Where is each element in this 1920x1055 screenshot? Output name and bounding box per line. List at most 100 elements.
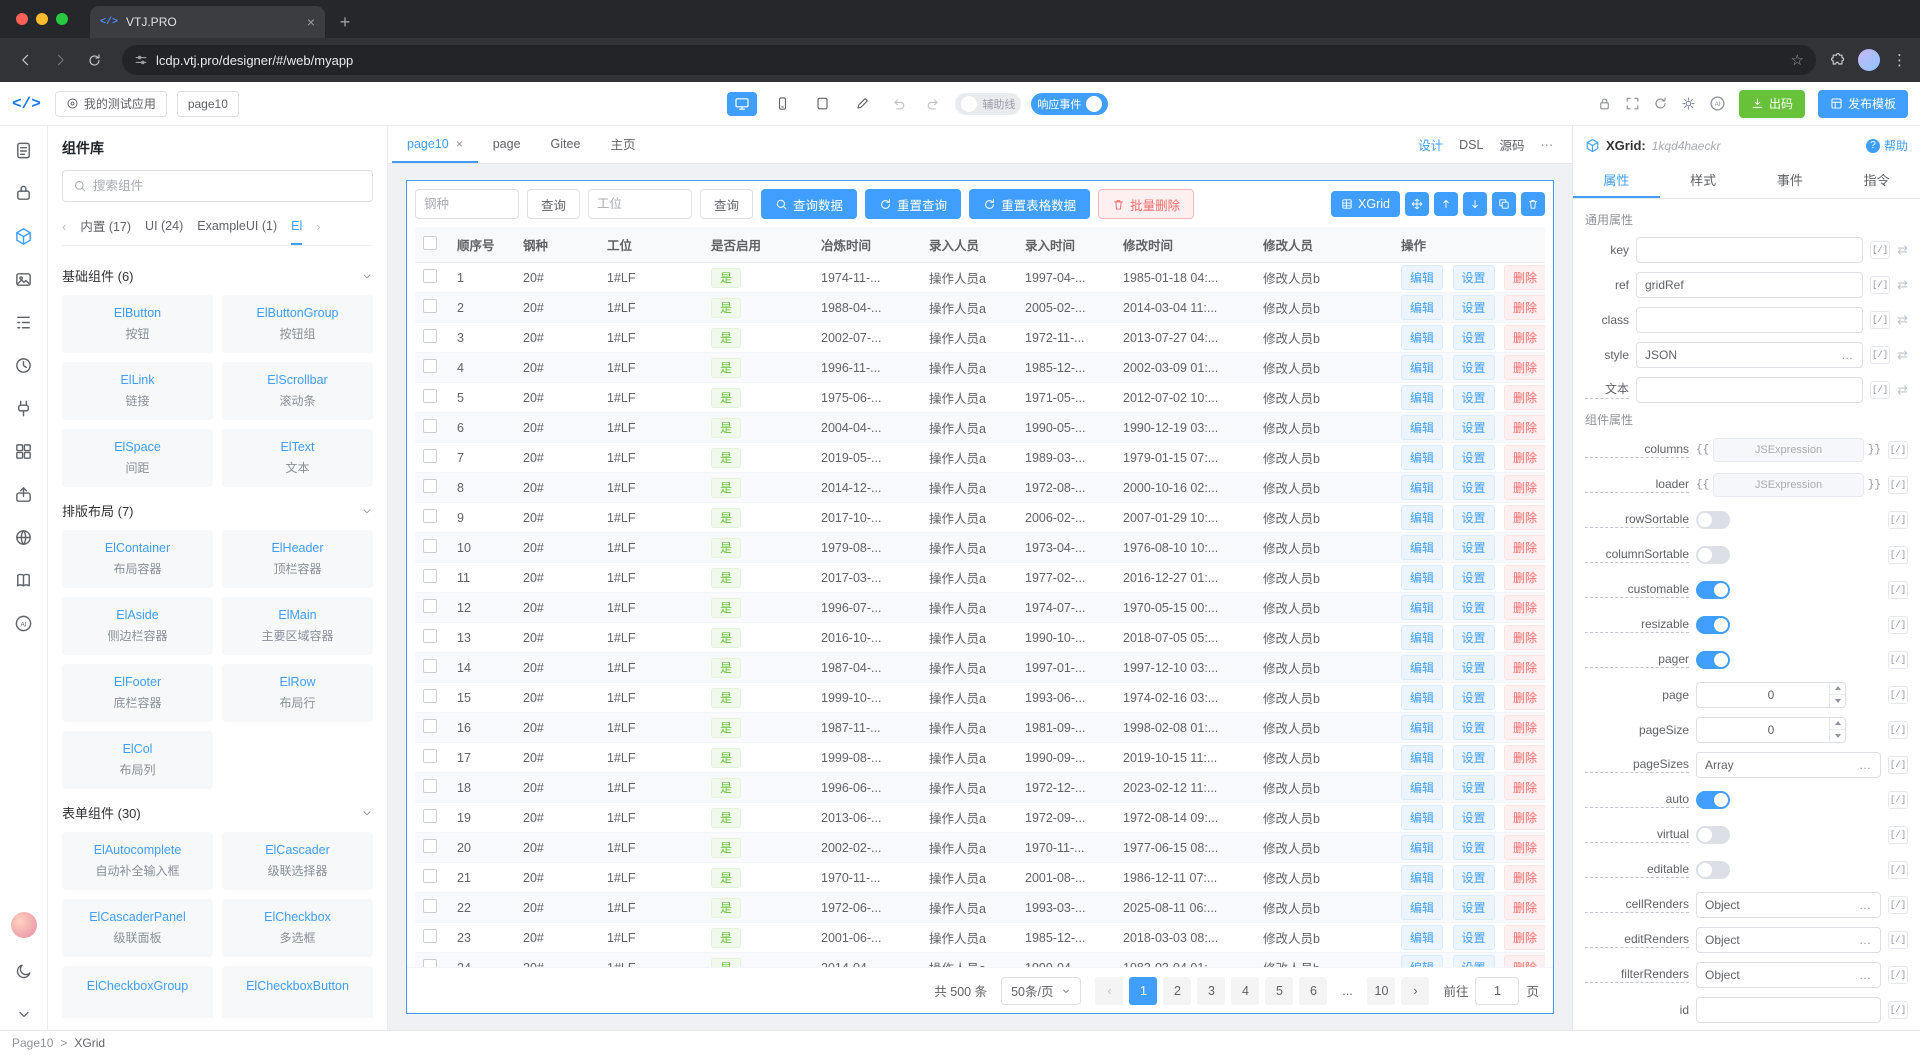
library-tab[interactable]: El [291,208,303,245]
property-editor-input[interactable]: JSON [1636,341,1864,368]
delete-button[interactable]: 删除 [1504,955,1545,967]
settings-button[interactable]: 设置 [1452,565,1495,590]
delete-button[interactable]: 删除 [1504,565,1545,590]
export-code-button[interactable]: 出码 [1738,89,1805,118]
collapse-icon[interactable] [14,1004,34,1024]
delete-button[interactable]: 删除 [1504,925,1545,950]
settings-button[interactable]: 设置 [1452,655,1495,680]
row-checkbox[interactable] [423,869,437,883]
more-menu-icon[interactable]: ⋯ [1541,137,1555,152]
extensions-icon[interactable] [1830,52,1846,68]
inspector-tab[interactable]: 样式 [1660,162,1747,198]
edit-button[interactable]: 编辑 [1401,865,1444,890]
component-card[interactable]: ElCheckbox 多选框 [222,899,373,957]
close-tab-icon[interactable]: × [307,15,315,29]
row-checkbox[interactable] [423,539,437,553]
settings-button[interactable]: 设置 [1452,265,1495,290]
component-card[interactable]: ElSpace 间距 [62,429,213,487]
edit-button[interactable]: 编辑 [1401,325,1444,350]
reset-query-button[interactable]: 重置查询 [865,189,962,219]
close-icon[interactable]: × [456,138,463,150]
row-checkbox[interactable] [423,929,437,943]
component-card[interactable]: ElButton 按钮 [62,295,213,353]
history-icon[interactable] [14,355,34,375]
row-checkbox[interactable] [423,809,437,823]
settings-button[interactable]: 设置 [1452,805,1495,830]
apps-icon[interactable] [14,441,34,461]
component-card[interactable]: ElButtonGroup 按钮组 [222,295,373,353]
row-checkbox[interactable] [423,299,437,313]
ai-icon[interactable]: AI [14,613,34,633]
redo-button[interactable] [921,92,945,116]
table-row[interactable]: 19 20# 1#LF 是 2013-06-... 操作人员a 1972-09-… [415,803,1545,833]
section-header[interactable]: 表单组件 (30) [62,803,373,822]
delete-button[interactable]: 删除 [1504,865,1545,890]
column-header[interactable]: 是否启用 [703,235,813,254]
number-input[interactable]: 0 [1696,716,1846,743]
edit-button[interactable]: 编辑 [1401,475,1444,500]
settings-button[interactable]: 设置 [1452,745,1495,770]
table-row[interactable]: 1 20# 1#LF 是 1974-11-... 操作人员a 1997-04-.… [415,263,1545,293]
component-card[interactable]: ElScrollbar 滚动条 [222,362,373,420]
bind-variable-button[interactable]: [/] [1888,440,1908,459]
column-header[interactable]: 冶炼时间 [813,235,921,254]
table-row[interactable]: 17 20# 1#LF 是 1999-08-... 操作人员a 1990-09-… [415,743,1545,773]
gear-icon[interactable] [1681,96,1696,111]
page-button[interactable]: 5 [1265,976,1294,1005]
delete-button[interactable]: 删除 [1504,595,1545,620]
table-row[interactable]: 10 20# 1#LF 是 1979-08-... 操作人员a 1973-04-… [415,533,1545,563]
toggle-switch[interactable] [1696,510,1730,529]
table-row[interactable]: 5 20# 1#LF 是 1975-06-... 操作人员a 1971-05-.… [415,383,1545,413]
bind-variable-button[interactable]: [/] [1888,1000,1908,1019]
edit-button[interactable]: 编辑 [1401,835,1444,860]
guides-toggle[interactable]: 辅助线 [955,92,1022,115]
edit-button[interactable]: 编辑 [1401,925,1444,950]
number-spinner[interactable] [1829,682,1845,707]
edit-button[interactable]: 编辑 [1401,685,1444,710]
edit-button[interactable]: 编辑 [1401,295,1444,320]
property-input[interactable] [1636,306,1864,333]
query-data-button[interactable]: 查询数据 [761,189,858,219]
toggle-switch[interactable] [1696,650,1730,669]
bind-variable-button[interactable]: [/] [1888,790,1908,809]
swap-icon[interactable]: ⇄ [1897,277,1908,293]
back-button[interactable] [12,46,40,74]
bind-variable-button[interactable]: [/] [1870,275,1891,294]
bind-variable-button[interactable]: [/] [1870,310,1891,329]
library-tab[interactable]: 内置 (17) [80,208,131,245]
component-card[interactable]: ElCol 布局列 [62,731,213,789]
property-input[interactable] [1636,376,1864,403]
mode-source[interactable]: 源码 [1499,135,1524,154]
row-checkbox[interactable] [423,569,437,583]
expression-input[interactable]: {{JSExpression}} [1696,472,1881,497]
page-button[interactable]: 6 [1299,976,1328,1005]
toggle-switch[interactable] [1696,790,1730,809]
tablet-view-button[interactable] [807,92,837,116]
steel-search-button[interactable]: 查询 [527,189,581,219]
table-row[interactable]: 11 20# 1#LF 是 2017-03-... 操作人员a 1977-02-… [415,563,1545,593]
row-checkbox[interactable] [423,449,437,463]
component-card[interactable]: ElLink 链接 [62,362,213,420]
bind-variable-button[interactable]: [/] [1870,345,1891,364]
component-card[interactable]: ElRow 布局行 [222,664,373,722]
page-button[interactable]: 2 [1163,976,1192,1005]
row-checkbox[interactable] [423,719,437,733]
row-checkbox[interactable] [423,269,437,283]
table-row[interactable]: 23 20# 1#LF 是 2001-06-... 操作人员a 1985-12-… [415,923,1545,953]
select-child-tool[interactable] [1463,192,1487,216]
minimize-window-button[interactable] [36,13,48,25]
library-tab[interactable]: UI (24) [145,208,183,245]
reload-button[interactable] [80,46,108,74]
station-filter-input[interactable] [588,189,693,219]
column-header[interactable]: 钢种 [515,235,599,254]
delete-button[interactable]: 删除 [1504,715,1545,740]
move-tool[interactable] [1405,192,1429,216]
bind-variable-button[interactable]: [/] [1870,380,1891,399]
mobile-view-button[interactable] [767,92,797,116]
delete-button[interactable]: 删除 [1504,805,1545,830]
swap-icon[interactable]: ⇄ [1897,382,1908,398]
property-editor-input[interactable]: Object [1696,961,1881,988]
bind-variable-button[interactable]: [/] [1888,685,1908,704]
delete-button[interactable]: 删除 [1504,895,1545,920]
settings-button[interactable]: 设置 [1452,475,1495,500]
